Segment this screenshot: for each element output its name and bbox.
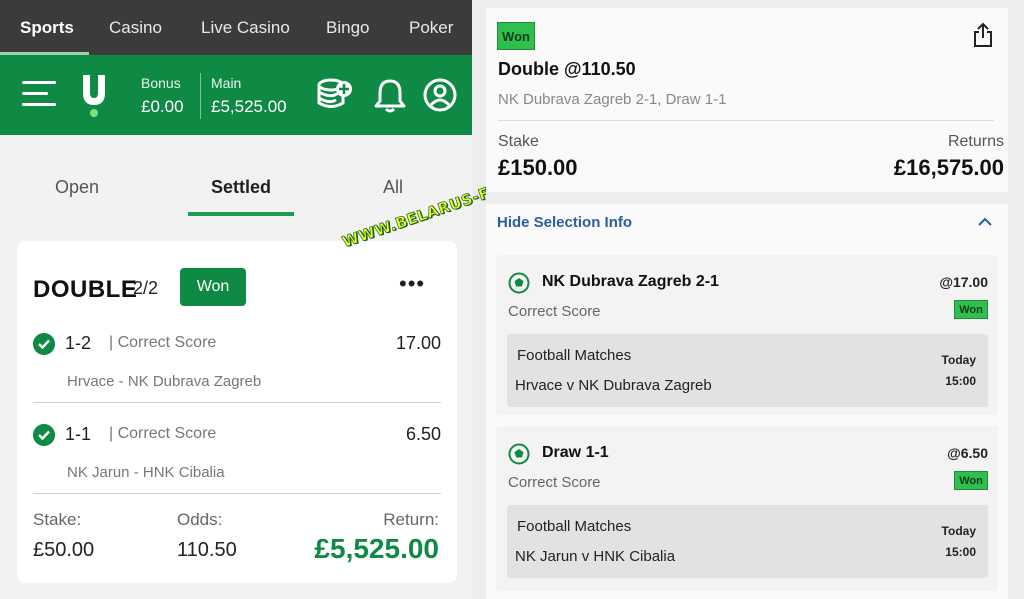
account-header: Bonus £0.00 Main £5,525.00 (0, 55, 472, 135)
selection-score: 1-2 (65, 333, 92, 353)
selection-match: NK Jarun - HNK Cibalia (67, 464, 225, 481)
bet-card[interactable]: DOUBLE 2/2 Won ••• 1-2 | Correct Score 1… (17, 241, 457, 583)
event-time: 15:00 (945, 545, 976, 559)
football-icon (508, 272, 530, 294)
event-day: Today (941, 524, 976, 538)
tab-poker[interactable]: Poker (409, 18, 453, 38)
tab-open[interactable]: Open (55, 177, 99, 198)
bet-detail-panel: Won Double @110.50 NK Dubrava Zagreb 2-1… (486, 8, 1008, 599)
divider (33, 493, 441, 494)
hide-selection-info-link[interactable]: Hide Selection Info (497, 214, 632, 231)
chevron-up-icon[interactable] (978, 217, 992, 227)
tab-sports[interactable]: Sports (20, 18, 74, 38)
won-badge: Won (497, 22, 535, 50)
account-icon[interactable] (422, 77, 458, 113)
bet-type: DOUBLE (33, 276, 138, 303)
bet-count: 2/2 (133, 278, 159, 298)
check-icon (33, 333, 55, 355)
main-value: £5,525.00 (211, 97, 287, 116)
deposit-coins-icon[interactable] (316, 75, 354, 113)
stake-value: £150.00 (498, 155, 578, 180)
tab-casino[interactable]: Casino (109, 18, 162, 38)
share-icon[interactable] (972, 22, 994, 48)
bonus-balance[interactable]: Bonus £0.00 (141, 75, 184, 117)
selection-market: Correct Score (508, 474, 601, 491)
check-icon (33, 424, 55, 446)
tab-live-casino[interactable]: Live Casino (201, 18, 290, 38)
logo[interactable] (80, 73, 108, 117)
odds-value: 110.50 (177, 539, 237, 561)
tab-settled[interactable]: Settled (211, 177, 271, 198)
bonus-label: Bonus (141, 75, 181, 91)
selection-market: Correct Score (508, 303, 601, 320)
main-label: Main (211, 75, 242, 91)
bet-tabs: Open Settled All (0, 135, 472, 225)
divider (33, 402, 441, 403)
bet-title: Double @110.50 (498, 59, 636, 79)
returns-value: £16,575.00 (893, 155, 1004, 180)
selection-odds: @17.00 (939, 274, 988, 290)
won-badge: Won (180, 268, 246, 306)
bet-subtitle: NK Dubrava Zagreb 2-1, Draw 1-1 (498, 91, 727, 108)
selection-card: NK Dubrava Zagreb 2-1 @17.00 Correct Sco… (496, 255, 998, 415)
selection-name: NK Dubrava Zagreb 2-1 (542, 273, 719, 290)
selection-name: Draw 1-1 (542, 444, 609, 461)
menu-icon[interactable] (22, 81, 56, 107)
selection-card: Draw 1-1 @6.50 Correct Score Won Footbal… (496, 426, 998, 591)
stake-value: £50.00 (33, 539, 95, 561)
selection-odds: 6.50 (405, 424, 441, 444)
left-panel: Sports Casino Live Casino Bingo Poker Bo… (0, 0, 576, 599)
returns-label: Returns (947, 133, 1004, 150)
balance-divider (200, 73, 201, 119)
selection-score: 1-1 (65, 424, 92, 444)
selection-market: | Correct Score (109, 334, 217, 351)
won-badge: Won (954, 471, 988, 490)
return-value: £5,525.00 (314, 533, 439, 564)
selection-match: Hrvace - NK Dubrava Zagreb (67, 373, 262, 390)
odds-label: Odds: (177, 510, 223, 529)
event-category: Football Matches (517, 518, 632, 535)
event-time: 15:00 (945, 374, 976, 388)
bonus-value: £0.00 (141, 97, 184, 116)
active-subtab-indicator (188, 212, 294, 216)
top-nav: Sports Casino Live Casino Bingo Poker (0, 0, 472, 55)
event-info: Football Matches Hrvace v NK Dubrava Zag… (507, 334, 988, 407)
selection-market: | Correct Score (109, 425, 217, 442)
more-options-icon[interactable]: ••• (399, 271, 425, 297)
stake-label: Stake (498, 133, 539, 150)
football-icon (508, 443, 530, 465)
divider (498, 120, 994, 121)
return-label: Return: (383, 510, 439, 529)
tab-bingo[interactable]: Bingo (326, 18, 369, 38)
event-name: NK Jarun v HNK Cibalia (515, 548, 676, 565)
tab-all[interactable]: All (383, 177, 403, 198)
event-category: Football Matches (517, 347, 632, 364)
event-name: Hrvace v NK Dubrava Zagreb (515, 377, 712, 394)
event-info: Football Matches NK Jarun v HNK Cibalia … (507, 505, 988, 578)
event-day: Today (941, 353, 976, 367)
bell-icon[interactable] (372, 77, 408, 113)
main-balance[interactable]: Main £5,525.00 (211, 75, 287, 117)
selection-odds: 17.00 (395, 333, 441, 353)
won-badge: Won (954, 300, 988, 319)
stake-label: Stake: (33, 510, 82, 529)
selection-odds: @6.50 (947, 445, 988, 461)
section-separator (486, 192, 1008, 204)
